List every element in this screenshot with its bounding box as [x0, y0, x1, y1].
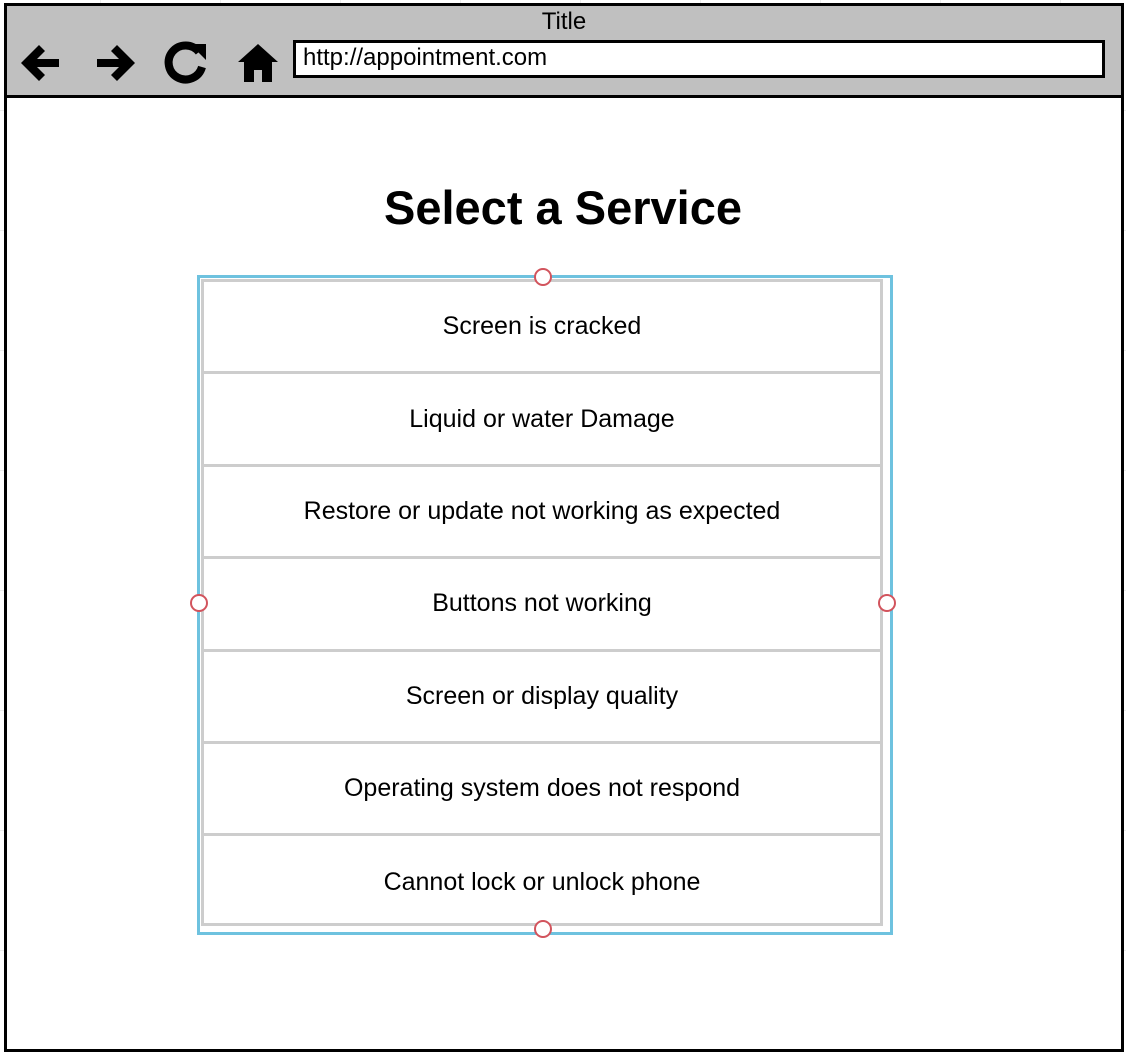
service-item-lock-unlock[interactable]: Cannot lock or unlock phone	[204, 836, 880, 928]
service-item-restore-update[interactable]: Restore or update not working as expecte…	[204, 467, 880, 560]
home-button[interactable]	[233, 38, 283, 88]
service-item-buttons[interactable]: Buttons not working	[204, 559, 880, 652]
forward-button[interactable]	[91, 38, 141, 88]
resize-handle-right[interactable]	[878, 594, 896, 612]
resize-handle-bottom[interactable]	[534, 920, 552, 938]
service-item-display-quality[interactable]: Screen or display quality	[204, 652, 880, 744]
resize-handle-top[interactable]	[534, 268, 552, 286]
arrow-right-icon	[97, 45, 135, 81]
reload-button[interactable]	[161, 38, 211, 88]
reload-icon	[164, 41, 206, 84]
resize-handle-left[interactable]	[190, 594, 208, 612]
url-text: http://appointment.com	[303, 44, 548, 71]
service-item-liquid-damage[interactable]: Liquid or water Damage	[204, 374, 880, 467]
service-item-os-not-responding[interactable]: Operating system does not respond	[204, 744, 880, 837]
browser-toolbar: Title http://appointment.com	[7, 6, 1121, 98]
window-title: Title	[541, 8, 587, 35]
back-button[interactable]	[15, 38, 65, 88]
page-title: Select a Service	[384, 181, 742, 234]
arrow-left-icon	[21, 45, 59, 81]
service-list: Screen is cracked Liquid or water Damage…	[201, 279, 883, 926]
home-icon	[238, 44, 278, 82]
service-item-screen-cracked[interactable]: Screen is cracked	[204, 282, 880, 375]
address-bar[interactable]: http://appointment.com	[293, 40, 1105, 78]
